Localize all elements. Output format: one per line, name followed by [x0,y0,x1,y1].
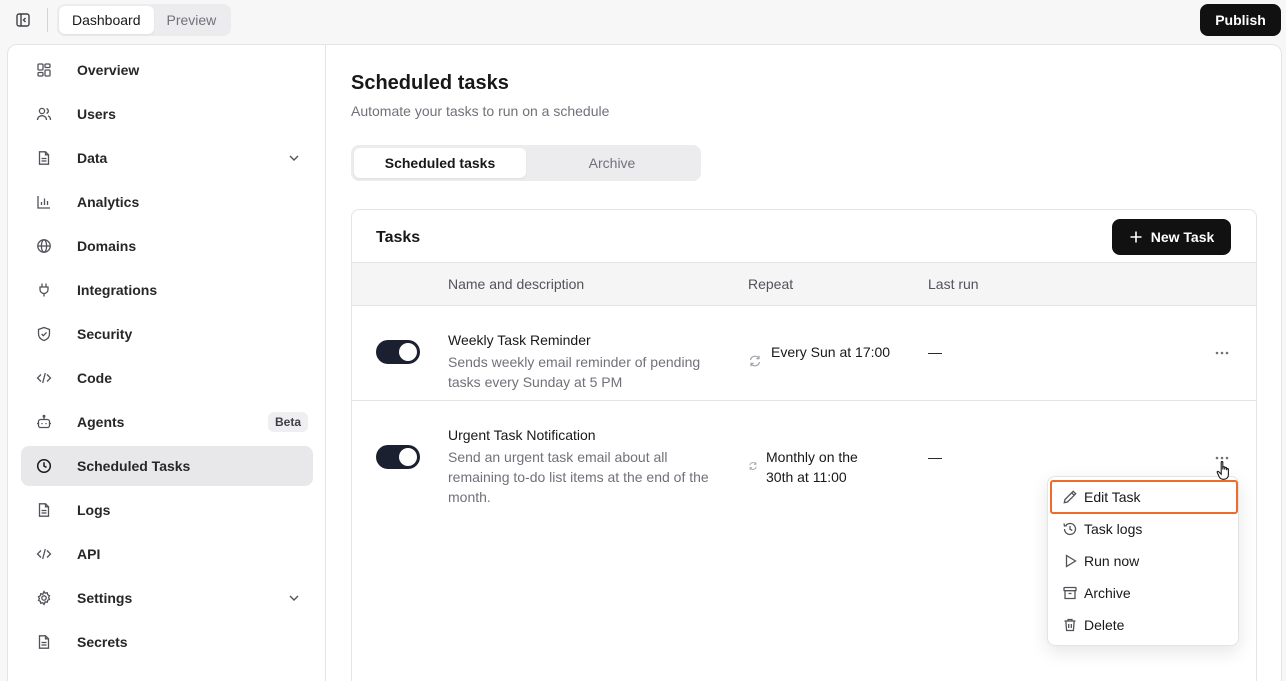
task-name: Urgent Task Notification [448,427,596,443]
sidebar-item-label: Secrets [77,634,128,650]
sidebar-item-scheduled-tasks[interactable]: Scheduled Tasks [21,446,313,486]
sidebar-item-label: Domains [77,238,137,254]
repeat-icon [749,462,757,470]
sidebar-item-users[interactable]: Users [21,94,313,134]
sidebar-item-security[interactable]: Security [21,314,313,354]
sidebar-item-settings[interactable]: Settings [21,578,313,618]
sidebar-item-secrets[interactable]: Secrets [21,622,313,662]
sidebar-item-domains[interactable]: Domains [21,226,313,266]
view-switcher: Dashboard Preview [57,4,232,36]
tab-scheduled-tasks[interactable]: Scheduled tasks [354,148,526,178]
sidebar-item-label: Overview [77,62,140,78]
task-enabled-toggle[interactable] [376,445,420,469]
history-icon [1063,522,1077,536]
bot-icon [36,414,52,430]
sidebar-item-label: Integrations [77,282,158,298]
code-icon [36,370,52,386]
column-header-name: Name and description [448,276,585,292]
beta-badge: Beta [267,412,308,432]
shield-check-icon [36,326,52,342]
hand-pointer-cursor-icon [1216,461,1229,480]
sidebar-item-code[interactable]: Code [21,358,313,398]
file-lock-icon [36,634,52,650]
pencil-icon [1063,490,1077,504]
more-options-button[interactable] [1210,344,1234,362]
sidebar-item-label: Analytics [77,194,140,210]
sidebar-item-label: Users [77,106,116,122]
task-name: Weekly Task Reminder [448,332,591,348]
menu-item-delete[interactable]: Delete [1052,610,1236,640]
sidebar-item-label: Logs [77,502,111,518]
menu-item-archive[interactable]: Archive [1052,578,1236,608]
sidebar-item-logs[interactable]: Logs [21,490,313,530]
file-text-icon [36,502,52,518]
sidebar-item-label: Data [77,150,108,166]
menu-item-label: Delete [1084,617,1125,633]
menu-item-label: Task logs [1084,521,1143,537]
page-title: Scheduled tasks [351,72,509,94]
chevron-down-icon [289,595,299,601]
bar-chart-icon [36,194,52,210]
column-header-last-run: Last run [928,276,979,292]
publish-button[interactable]: Publish [1200,4,1281,36]
repeat-schedule: Monthly on the 30th at 11:00 [766,449,858,485]
menu-item-task-logs[interactable]: Task logs [1052,514,1236,544]
sidebar-item-label: Agents [77,414,125,430]
file-icon [36,150,52,166]
tab-preview[interactable]: Preview [154,6,230,34]
menu-item-label: Edit Task [1084,489,1141,505]
menu-item-run-now[interactable]: Run now [1052,546,1236,576]
sidebar-item-agents[interactable]: Agents Beta [21,402,313,442]
page-subtitle: Automate your tasks to run on a schedule [351,103,610,119]
table-header: Name and description Repeat Last run [352,262,1256,306]
task-enabled-toggle[interactable] [376,340,420,364]
menu-item-label: Run now [1084,553,1140,569]
play-icon [1065,554,1077,568]
card-title: Tasks [376,229,421,246]
trash-icon [1064,618,1076,632]
sidebar-item-label: Scheduled Tasks [77,458,191,474]
task-description: Send an urgent task email about all rema… [448,449,709,505]
last-run-value: — [928,344,942,360]
sidebar-item-label: Code [77,370,112,386]
sidebar-item-label: Settings [77,590,133,606]
divider [47,8,48,32]
last-run-value: — [928,449,942,465]
column-header-repeat: Repeat [748,276,794,292]
new-task-button[interactable]: New Task [1112,219,1231,255]
ellipsis-icon [1215,351,1229,355]
chevron-down-icon [289,155,299,161]
layout-grid-icon [36,62,52,78]
repeat-schedule: Every Sun at 17:00 [771,344,891,360]
sidebar-item-analytics[interactable]: Analytics [21,182,313,222]
plus-icon [1130,231,1142,243]
top-bar: Dashboard Preview Publish [0,0,1286,40]
tab-archive[interactable]: Archive [526,148,698,178]
sidebar-item-data[interactable]: Data [21,138,313,178]
menu-item-label: Archive [1084,585,1131,601]
sidebar-item-label: Security [77,326,133,342]
sidebar: Overview Users Data Analytics Domains In… [8,45,326,681]
clock-icon [36,458,52,474]
tab-dashboard[interactable]: Dashboard [59,6,154,34]
task-description: Sends weekly email reminder of pending t… [448,354,701,390]
users-icon [36,106,52,122]
table-row: Weekly Task Reminder Sends weekly email … [352,306,1256,401]
task-context-menu: Edit Task Task logs Run now Archive Dele… [1047,476,1239,646]
sidebar-item-overview[interactable]: Overview [21,50,313,90]
new-task-label: New Task [1150,229,1215,245]
menu-item-edit-task[interactable]: Edit Task [1050,480,1238,514]
sidebar-item-integrations[interactable]: Integrations [21,270,313,310]
archive-icon [1063,586,1077,600]
code-icon [36,546,52,562]
repeat-icon [749,355,761,367]
sidebar-panel-icon [16,13,30,27]
gear-icon [36,590,52,606]
toggle-sidebar-button[interactable] [12,9,34,31]
plug-icon [36,282,52,298]
tasks-tab-switcher: Scheduled tasks Archive [351,145,701,181]
globe-icon [36,238,52,254]
sidebar-item-label: API [77,546,101,562]
sidebar-item-api[interactable]: API [21,534,313,574]
